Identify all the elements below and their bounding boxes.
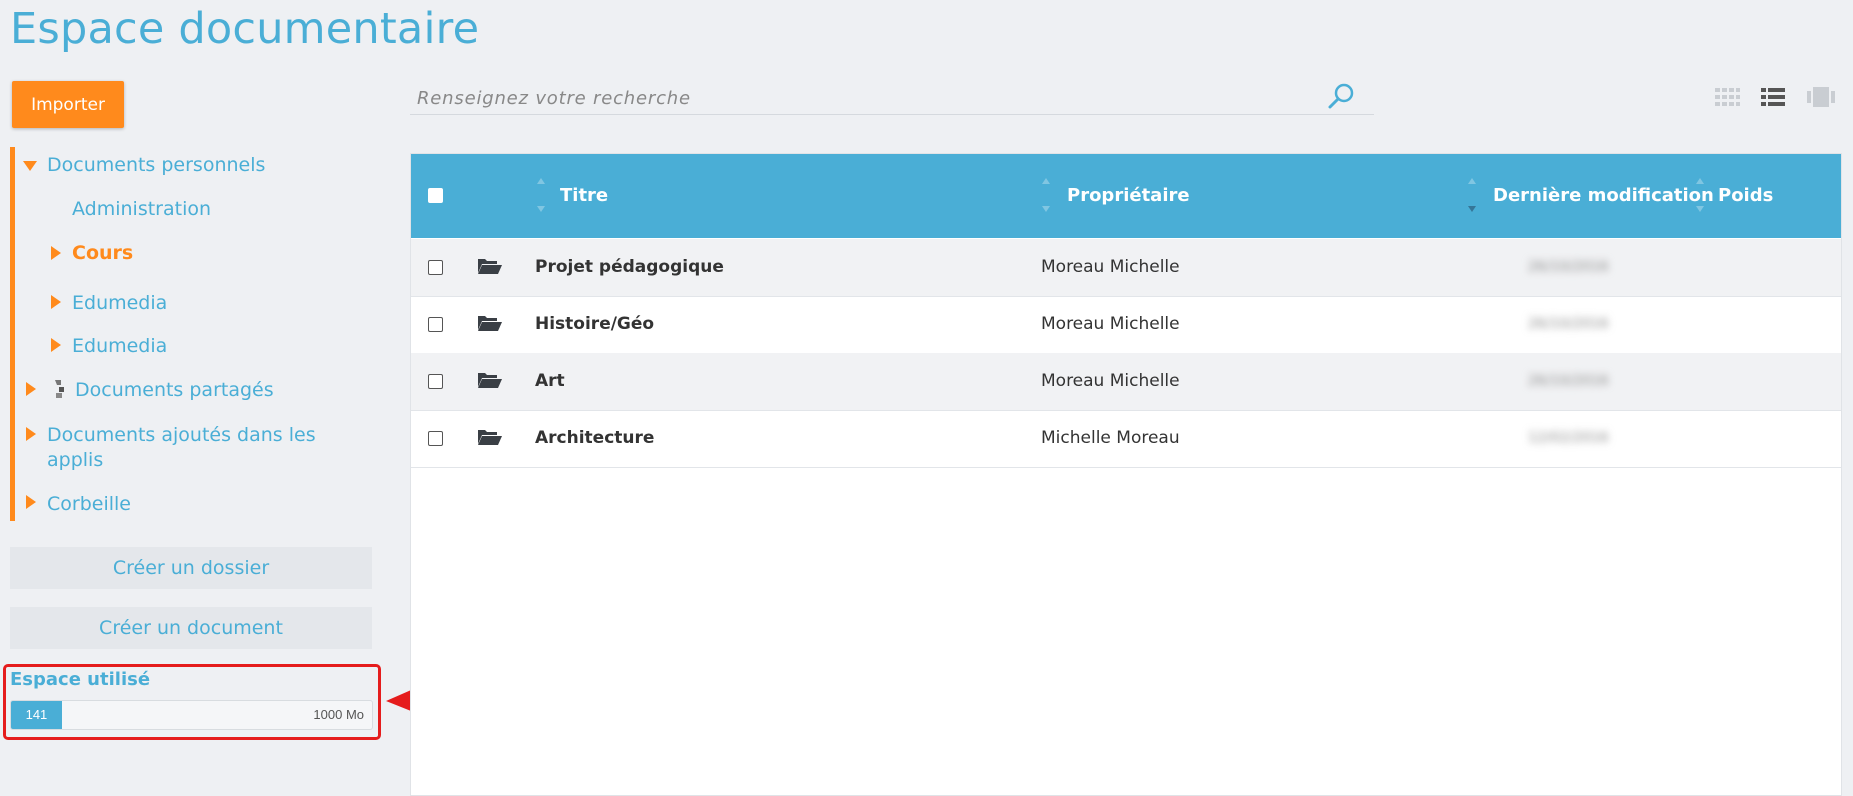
tree-item-apps-line1[interactable]: Documents ajoutés dans les <box>47 422 316 448</box>
row-checkbox[interactable] <box>428 317 443 332</box>
tree-item-shared[interactable]: Documents partagés <box>75 377 274 403</box>
quota-max-value: 1000 Mo <box>313 707 364 722</box>
tree-item-apps-line2[interactable]: applis <box>47 447 103 473</box>
row-checkbox[interactable] <box>428 431 443 446</box>
row-owner: Moreau Michelle <box>1041 314 1180 334</box>
folder-open-icon <box>478 316 502 331</box>
table-header: Titre Propriétaire Dernière modification… <box>411 154 1841 238</box>
row-owner: Moreau Michelle <box>1041 371 1180 391</box>
row-owner: Moreau Michelle <box>1041 257 1180 277</box>
column-header-modified[interactable]: Dernière modification <box>1493 185 1714 206</box>
quota-used-value: 141 <box>11 701 62 729</box>
table-row[interactable]: Art Moreau Michelle 26/10/2016 <box>411 353 1841 411</box>
tree-item-trash[interactable]: Corbeille <box>47 491 131 517</box>
carousel-view-icon[interactable] <box>1807 86 1835 108</box>
folder-open-icon <box>478 259 502 274</box>
tree-item-personal[interactable]: Documents personnels <box>47 152 265 178</box>
table-row[interactable]: Projet pédagogique Moreau Michelle 26/10… <box>411 239 1841 297</box>
row-title[interactable]: Architecture <box>535 428 654 448</box>
quota-progress-bar: 141 1000 Mo <box>10 700 373 730</box>
row-modified: 26/10/2016 <box>1528 373 1609 389</box>
collapsed-caret-icon[interactable] <box>26 382 36 396</box>
search-input[interactable] <box>415 84 1299 112</box>
row-title[interactable]: Art <box>535 371 565 391</box>
sort-icon[interactable] <box>1695 178 1705 214</box>
row-title[interactable]: Projet pédagogique <box>535 257 724 277</box>
folder-tree: Documents personnels Administration Cour… <box>10 147 375 521</box>
tree-item-administration[interactable]: Administration <box>72 196 211 222</box>
column-header-size[interactable]: Poids <box>1718 185 1773 206</box>
expanded-caret-icon[interactable] <box>23 161 37 171</box>
sort-icon[interactable] <box>1041 178 1051 214</box>
page-title: Espace documentaire <box>10 4 480 54</box>
folder-open-icon <box>478 373 502 388</box>
share-icon <box>55 380 64 398</box>
row-title[interactable]: Histoire/Géo <box>535 314 654 334</box>
table-row[interactable]: Histoire/Géo Moreau Michelle 26/10/2016 <box>411 296 1841 354</box>
select-all-checkbox[interactable] <box>428 188 443 203</box>
folder-open-icon <box>478 430 502 445</box>
row-modified: 12/02/2016 <box>1528 430 1609 446</box>
sort-icon[interactable] <box>536 178 546 214</box>
sort-icon[interactable] <box>1467 178 1477 214</box>
row-modified: 26/10/2016 <box>1528 259 1609 275</box>
search-bar <box>410 80 1374 115</box>
list-view-icon[interactable] <box>1761 86 1785 108</box>
collapsed-caret-icon[interactable] <box>26 427 36 441</box>
collapsed-caret-icon[interactable] <box>51 338 61 352</box>
collapsed-caret-icon[interactable] <box>51 295 61 309</box>
tree-item-edumedia-2[interactable]: Edumedia <box>72 333 167 359</box>
documents-table: Titre Propriétaire Dernière modification… <box>410 153 1842 796</box>
create-folder-button[interactable]: Créer un dossier <box>10 547 372 589</box>
import-button[interactable]: Importer <box>12 81 124 128</box>
grid-view-icon[interactable] <box>1714 86 1740 110</box>
row-checkbox[interactable] <box>428 260 443 275</box>
column-header-title[interactable]: Titre <box>560 185 608 206</box>
row-checkbox[interactable] <box>428 374 443 389</box>
tree-item-cours[interactable]: Cours <box>72 240 133 266</box>
create-document-button[interactable]: Créer un document <box>10 607 372 649</box>
search-icon[interactable] <box>1325 80 1357 112</box>
row-modified: 26/10/2016 <box>1528 316 1609 332</box>
collapsed-caret-icon[interactable] <box>26 495 36 509</box>
row-owner: Michelle Moreau <box>1041 428 1180 448</box>
quota-label: Espace utilisé <box>10 669 151 690</box>
table-row[interactable]: Architecture Michelle Moreau 12/02/2016 <box>411 410 1841 468</box>
tree-item-edumedia-1[interactable]: Edumedia <box>72 290 167 316</box>
collapsed-caret-icon[interactable] <box>51 246 61 260</box>
column-header-owner[interactable]: Propriétaire <box>1067 185 1190 206</box>
